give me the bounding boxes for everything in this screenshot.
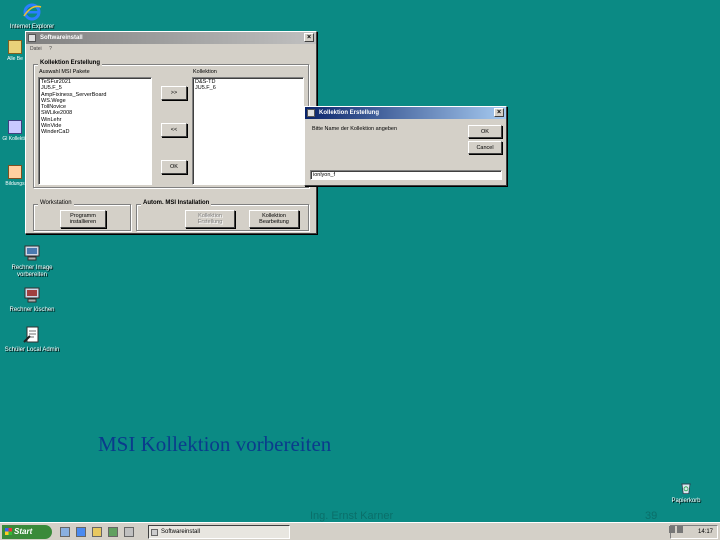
dialog-close-button[interactable]: × — [494, 108, 504, 117]
desktop-icon-label: Schüler Local Admin — [4, 347, 60, 353]
collection-group: Kollektion Erstellung Auswahl MSI Pakete… — [33, 60, 309, 188]
start-button[interactable]: Start — [2, 525, 52, 539]
book-icon — [8, 165, 22, 179]
softwareinstall-window: Softwareinstall × Datei ? Kollektion Ers… — [25, 31, 317, 234]
edit-collection-button[interactable]: Kollektion Bearbeitung — [249, 210, 299, 228]
desktop-icon-recycle-bin[interactable]: Papierkorb — [654, 480, 718, 505]
window-titlebar[interactable]: Softwareinstall × — [26, 32, 316, 44]
recycle-bin-icon — [681, 483, 691, 494]
dialog-prompt: Bitte Name der Kollektion angeben — [312, 126, 397, 132]
menu-bar: Datei ? — [26, 44, 316, 55]
desktop-icon-label: Rechner löschen — [9, 307, 55, 313]
collection-name-field[interactable]: ionlyon_f — [310, 170, 502, 180]
add-to-collection-button[interactable]: >> — [161, 86, 187, 100]
collection-name-dialog: Kollektion Erstellung × Bitte Name der K… — [304, 106, 507, 186]
computer-icon — [24, 287, 40, 303]
slide-title: MSI Kollektion vorbereiten — [98, 432, 332, 456]
collection-group-title: Kollektion Erstellung — [38, 60, 103, 66]
collection-label: Kollektion — [193, 69, 217, 75]
desktop-icon-schueler-local-admin[interactable]: Schüler Local Admin — [0, 325, 64, 354]
desktop-icon-internet-explorer[interactable]: Internet Explorer — [0, 2, 64, 31]
quicklaunch-explorer-icon[interactable] — [92, 527, 102, 537]
app-icon — [28, 34, 36, 42]
close-button[interactable]: × — [304, 33, 314, 42]
side-icon-label: Alle Be — [7, 56, 23, 62]
volume-icon[interactable] — [677, 526, 683, 533]
computer-icon — [24, 245, 40, 261]
task-label: Softwareinstall — [161, 529, 201, 535]
msi-packages-label: Auswahl MSI Pakete — [39, 69, 90, 75]
list-item[interactable]: JU5.F_6 — [195, 85, 301, 91]
list-item[interactable]: WinderCaD — [41, 129, 149, 135]
taskbar-item-softwareinstall[interactable]: Softwareinstall — [148, 525, 290, 539]
desktop-icon-rechner-loeschen[interactable]: Rechner löschen — [0, 285, 64, 314]
workstation-group: Workstation Programm installieren — [33, 200, 131, 231]
side-icon-label: Gl Kollektio — [2, 136, 28, 142]
msi-packages-list[interactable]: TeSFur2021 JU5.F_5 AmpFixiness_ServerBoa… — [38, 77, 152, 185]
dialog-titlebar[interactable]: Kollektion Erstellung × — [305, 107, 506, 119]
quicklaunch-app-icon[interactable] — [124, 527, 134, 537]
slide-page-number: 39 — [645, 510, 658, 522]
collection-ok-button[interactable]: OK — [161, 160, 187, 174]
start-label: Start — [14, 527, 33, 536]
remove-from-collection-button[interactable]: << — [161, 123, 187, 137]
desktop-icon-label: Rechner Image vorbereiten — [11, 265, 53, 278]
install-program-button[interactable]: Programm installieren — [60, 210, 106, 228]
windows-logo-icon — [5, 528, 12, 535]
internet-explorer-icon — [23, 3, 42, 21]
package-icon — [8, 120, 22, 134]
side-icon-label: Bildungs — [5, 181, 25, 187]
desktop-icon-rechner-image[interactable]: Rechner Image vorbereiten — [0, 243, 64, 279]
create-collection-button[interactable]: Kollektion Erstellung — [185, 210, 235, 228]
window-title: Softwareinstall — [40, 35, 83, 41]
desktop-icon-label: Papierkorb — [671, 498, 701, 504]
desktop-icon-label: Internet Explorer — [9, 24, 55, 30]
dialog-title: Kollektion Erstellung — [319, 110, 380, 116]
tray-icons — [669, 526, 683, 533]
quicklaunch-desktop-icon[interactable] — [60, 527, 70, 537]
menu-item-datei[interactable]: Datei — [30, 46, 42, 52]
taskbar: Start Softwareinstall 14:17 — [0, 522, 720, 540]
auto-install-group: Autom. MSI Installation Kollektion Erste… — [136, 200, 309, 231]
task-app-icon — [151, 529, 158, 536]
dialog-app-icon — [307, 109, 315, 117]
document-icon — [23, 326, 39, 343]
slide-author: Ing. Ernst Karner — [310, 510, 394, 522]
menu-item-help[interactable]: ? — [49, 46, 52, 52]
workstation-group-title: Workstation — [38, 200, 74, 206]
dialog-cancel-button[interactable]: Cancel — [468, 141, 502, 154]
folder-icon — [8, 40, 22, 54]
dialog-ok-button[interactable]: OK — [468, 125, 502, 138]
quicklaunch-ie-icon[interactable] — [76, 527, 86, 537]
collection-list[interactable]: D&S-TD JU5.F_6 — [192, 77, 304, 185]
quicklaunch-media-icon[interactable] — [108, 527, 118, 537]
clock[interactable]: 14:17 — [698, 529, 713, 535]
network-icon[interactable] — [669, 526, 675, 533]
auto-install-group-title: Autom. MSI Installation — [141, 200, 212, 206]
